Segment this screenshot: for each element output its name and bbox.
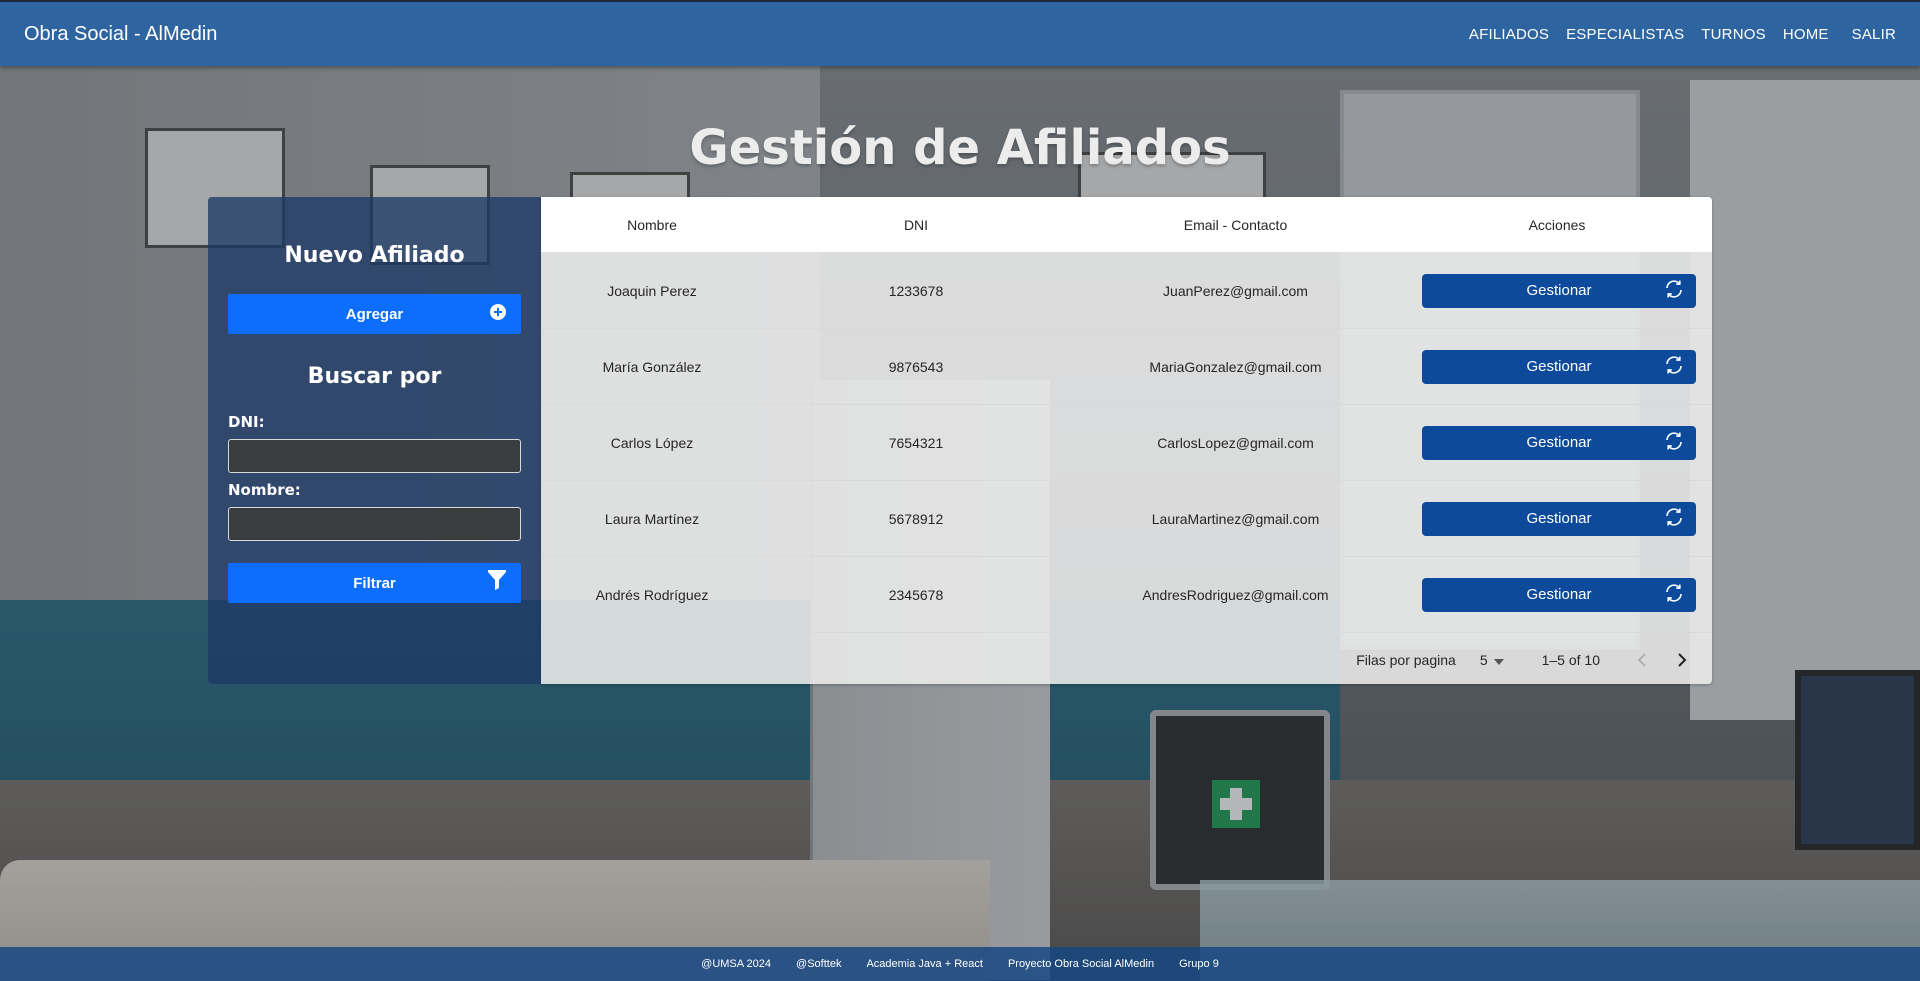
top-navbar: Obra Social - AlMedin AFILIADOS ESPECIAL… [0,0,1920,66]
manage-button[interactable]: Gestionar [1422,273,1696,308]
sidebar-panel: Nuevo Afiliado Agregar Buscar por DNI: N… [208,197,541,684]
cell-nombre: María González [602,358,702,375]
table-row: Joaquin Perez 1233678 JuanPerez@gmail.co… [541,253,1712,329]
cell-acciones: Gestionar [1402,425,1712,460]
dni-input[interactable] [228,439,521,473]
cell-nombre: Carlos López [610,434,694,451]
page-title: Gestión de Afiliados [689,120,1231,176]
cell-dni: 7654321 [888,434,944,451]
new-affiliate-heading: Nuevo Afiliado [284,243,465,268]
cell-email: AndresRodriguez@gmail.com [1142,586,1329,603]
refresh-icon [1664,279,1684,303]
table-row: María González 9876543 MariaGonzalez@gma… [541,329,1712,405]
search-heading: Buscar por [307,364,442,389]
brand-title[interactable]: Obra Social - AlMedin [24,23,217,46]
cell-acciones: Gestionar [1402,501,1712,536]
refresh-icon [1664,583,1684,607]
cell-dni: 2345678 [888,586,944,603]
footer-proyecto: Proyecto Obra Social AlMedin [1007,958,1155,970]
nav-afiliados[interactable]: AFILIADOS [1469,26,1549,43]
caret-down-icon [1493,652,1504,668]
table-header: Nombre DNI Email - Contacto Acciones [541,197,1712,253]
manage-button-label: Gestionar [1526,586,1592,603]
header-acciones: Acciones [1528,216,1586,233]
cell-nombre: Laura Martínez [604,510,700,527]
manage-button[interactable]: Gestionar [1422,349,1696,384]
manage-button[interactable]: Gestionar [1422,501,1696,536]
name-input[interactable] [228,507,521,541]
cell-email: MariaGonzalez@gmail.com [1149,358,1322,375]
footer-softtek: @Softtek [796,958,842,970]
affiliates-table: Nombre DNI Email - Contacto Acciones Joa… [541,197,1712,684]
chevron-left-icon[interactable] [1630,648,1654,672]
footer-grupo: Grupo 9 [1179,958,1219,970]
manage-button-label: Gestionar [1526,282,1592,299]
cell-acciones: Gestionar [1402,577,1712,612]
refresh-icon [1664,507,1684,531]
nav-home[interactable]: HOME [1783,26,1829,43]
nav-salir[interactable]: SALIR [1852,26,1896,43]
header-dni: DNI [903,216,929,233]
refresh-icon [1664,355,1684,379]
header-nombre: Nombre [627,216,677,233]
nav-turnos[interactable]: TURNOS [1701,26,1766,43]
cell-email: CarlosLopez@gmail.com [1157,434,1314,451]
manage-button[interactable]: Gestionar [1422,577,1696,612]
chevron-right-icon[interactable] [1670,648,1694,672]
table-row: Laura Martínez 5678912 LauraMartinez@gma… [541,481,1712,557]
cell-dni: 1233678 [888,282,944,299]
filter-icon [487,570,507,596]
cell-acciones: Gestionar [1402,273,1712,308]
rows-per-page-label: Filas por pagina [1356,652,1456,668]
pagination-range: 1–5 of 10 [1541,652,1600,668]
table-row: Carlos López 7654321 CarlosLopez@gmail.c… [541,405,1712,481]
table-row: Andrés Rodríguez 2345678 AndresRodriguez… [541,557,1712,633]
cell-email: JuanPerez@gmail.com [1163,282,1308,299]
cell-nombre: Andrés Rodríguez [595,586,709,603]
plus-circle-icon [489,303,507,325]
manage-button-label: Gestionar [1526,358,1592,375]
filter-button-label: Filtrar [353,574,396,592]
cell-dni: 9876543 [888,358,944,375]
add-button[interactable]: Agregar [228,294,521,334]
cell-email: LauraMartinez@gmail.com [1151,510,1320,527]
cell-dni: 5678912 [888,510,944,527]
manage-button-label: Gestionar [1526,434,1592,451]
filter-button[interactable]: Filtrar [228,563,521,603]
footer-copyright: @UMSA 2024 [701,958,772,970]
name-label: Nombre: [228,481,301,499]
manage-button-label: Gestionar [1526,510,1592,527]
table-pagination: Filas por pagina 5 1–5 of 10 [541,633,1712,684]
add-button-label: Agregar [345,305,404,323]
footer: @UMSA 2024 @Softtek Academia Java + Reac… [0,947,1920,981]
refresh-icon [1664,431,1684,455]
cell-acciones: Gestionar [1402,349,1712,384]
header-email: Email - Contacto [1183,216,1288,233]
cell-nombre: Joaquin Perez [607,282,697,299]
dni-label: DNI: [228,413,265,431]
nav-links: AFILIADOS ESPECIALISTAS TURNOS HOME SALI… [1469,26,1896,43]
manage-button[interactable]: Gestionar [1422,425,1696,460]
nav-especialistas[interactable]: ESPECIALISTAS [1566,26,1684,43]
rows-per-page-value: 5 [1479,652,1488,668]
footer-academia: Academia Java + React [866,958,983,970]
rows-per-page-select[interactable]: 5 [1480,652,1504,668]
